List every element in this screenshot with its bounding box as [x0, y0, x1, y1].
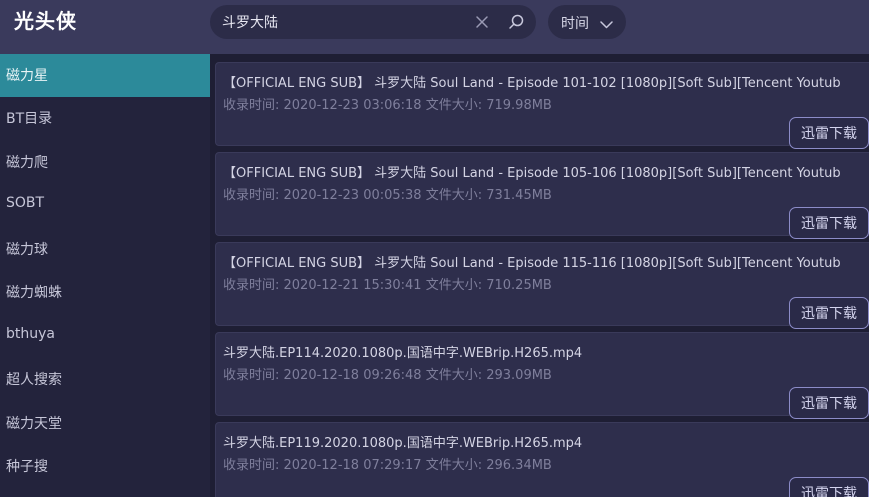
result-title: 斗罗大陆.EP114.2020.1080p.国语中字.WEBrip.H265.m… — [223, 346, 583, 361]
result-meta: 收录时间: 2020-12-23 03:06:18 文件大小: 719.98MB — [223, 98, 552, 113]
sidebar-item-sobt[interactable]: SOBT — [0, 184, 210, 227]
sidebar-item-label: 磁力天堂 — [6, 416, 62, 432]
result-card: 【OFFICIAL ENG SUB】 斗罗大陆 Soul Land - Epis… — [215, 62, 869, 149]
sidebar-item-cilixing[interactable]: 磁力星 — [0, 54, 210, 97]
result-card: 【OFFICIAL ENG SUB】 斗罗大陆 Soul Land - Epis… — [215, 242, 869, 329]
sidebar-item-bthuya[interactable]: bthuya — [0, 315, 210, 358]
search-input[interactable] — [222, 5, 462, 39]
sort-label: 时间 — [561, 16, 589, 32]
sidebar-item-cilitiantang[interactable]: 磁力天堂 — [0, 402, 210, 445]
sidebar-item-label: 磁力蜘蛛 — [6, 285, 62, 301]
thunder-download-button[interactable]: 迅雷下载 — [789, 117, 869, 149]
sidebar-item-label: 超人搜索 — [6, 372, 62, 388]
result-meta: 收录时间: 2020-12-21 15:30:41 文件大小: 710.25MB — [223, 278, 552, 293]
sidebar-item-label: SOBT — [6, 195, 45, 211]
result-meta: 收录时间: 2020-12-23 00:05:38 文件大小: 731.45MB — [223, 188, 552, 203]
result-title: 【OFFICIAL ENG SUB】 斗罗大陆 Soul Land - Epis… — [223, 256, 841, 271]
results-list: 【OFFICIAL ENG SUB】 斗罗大陆 Soul Land - Epis… — [210, 54, 869, 497]
search-box[interactable] — [210, 5, 536, 39]
sidebar-item-label: 磁力爬 — [6, 155, 48, 171]
result-title: 【OFFICIAL ENG SUB】 斗罗大陆 Soul Land - Epis… — [223, 166, 841, 181]
sidebar-item-cilipa[interactable]: 磁力爬 — [0, 141, 210, 184]
result-card: 斗罗大陆.EP119.2020.1080p.国语中字.WEBrip.H265.m… — [215, 422, 869, 497]
result-title: 【OFFICIAL ENG SUB】 斗罗大陆 Soul Land - Epis… — [223, 76, 841, 91]
sidebar-item-label: 磁力星 — [6, 68, 48, 84]
sidebar-item-chaorensousuo[interactable]: 超人搜索 — [0, 358, 210, 401]
sidebar-item-label: bthuya — [6, 326, 55, 342]
thunder-download-button[interactable]: 迅雷下载 — [789, 387, 869, 419]
sidebar-item-label: 磁力球 — [6, 242, 48, 258]
app-title: 光头侠 — [14, 9, 77, 33]
sidebar-item-label: 种子搜 — [6, 459, 48, 475]
result-meta: 收录时间: 2020-12-18 07:29:17 文件大小: 296.34MB — [223, 458, 552, 473]
search-icon[interactable] — [507, 13, 525, 31]
sidebar-item-cilizhizhu[interactable]: 磁力蜘蛛 — [0, 271, 210, 314]
thunder-download-button[interactable]: 迅雷下载 — [789, 477, 869, 497]
top-bar: 光头侠 时间 — [0, 0, 869, 54]
thunder-download-button[interactable]: 迅雷下载 — [789, 297, 869, 329]
close-icon[interactable] — [474, 14, 490, 30]
sidebar-item-label: BT目录 — [6, 111, 53, 127]
sidebar-item-zhongzisou[interactable]: 种子搜 — [0, 445, 210, 488]
sort-dropdown[interactable]: 时间 — [548, 5, 626, 39]
sidebar: 磁力星 BT目录 磁力爬 SOBT 磁力球 磁力蜘蛛 bthuya 超人搜索 磁… — [0, 54, 210, 497]
chevron-down-icon — [600, 16, 613, 29]
sidebar-item-ciliqiu[interactable]: 磁力球 — [0, 228, 210, 271]
result-card: 斗罗大陆.EP114.2020.1080p.国语中字.WEBrip.H265.m… — [215, 332, 869, 419]
result-card: 【OFFICIAL ENG SUB】 斗罗大陆 Soul Land - Epis… — [215, 152, 869, 239]
thunder-download-button[interactable]: 迅雷下载 — [789, 207, 869, 239]
sidebar-item-btmulu[interactable]: BT目录 — [0, 97, 210, 140]
result-meta: 收录时间: 2020-12-18 09:26:48 文件大小: 293.09MB — [223, 368, 552, 383]
result-title: 斗罗大陆.EP119.2020.1080p.国语中字.WEBrip.H265.m… — [223, 436, 583, 451]
